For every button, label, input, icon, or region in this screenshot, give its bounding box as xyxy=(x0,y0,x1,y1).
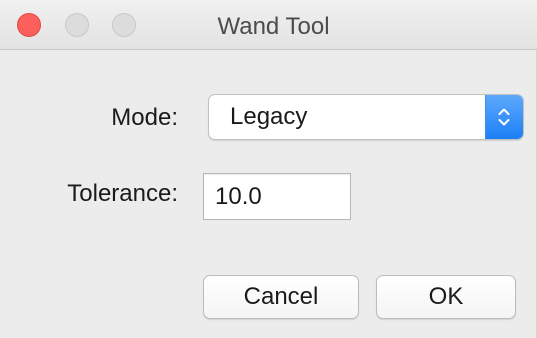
tolerance-label: Tolerance: xyxy=(67,180,178,207)
up-down-chevron-icon[interactable] xyxy=(485,95,523,139)
title-bar[interactable]: Wand Tool xyxy=(0,0,537,50)
wand-tool-dialog: Wand Tool Mode: Legacy Tolerance: Cancel… xyxy=(0,0,537,338)
cancel-button[interactable]: Cancel xyxy=(203,275,359,319)
ok-button[interactable]: OK xyxy=(376,275,516,319)
mode-select-value: Legacy xyxy=(230,103,308,130)
window-title: Wand Tool xyxy=(217,13,330,40)
mode-select[interactable]: Legacy xyxy=(208,94,524,140)
tolerance-input[interactable] xyxy=(203,173,351,220)
mode-label: Mode: xyxy=(111,104,178,131)
